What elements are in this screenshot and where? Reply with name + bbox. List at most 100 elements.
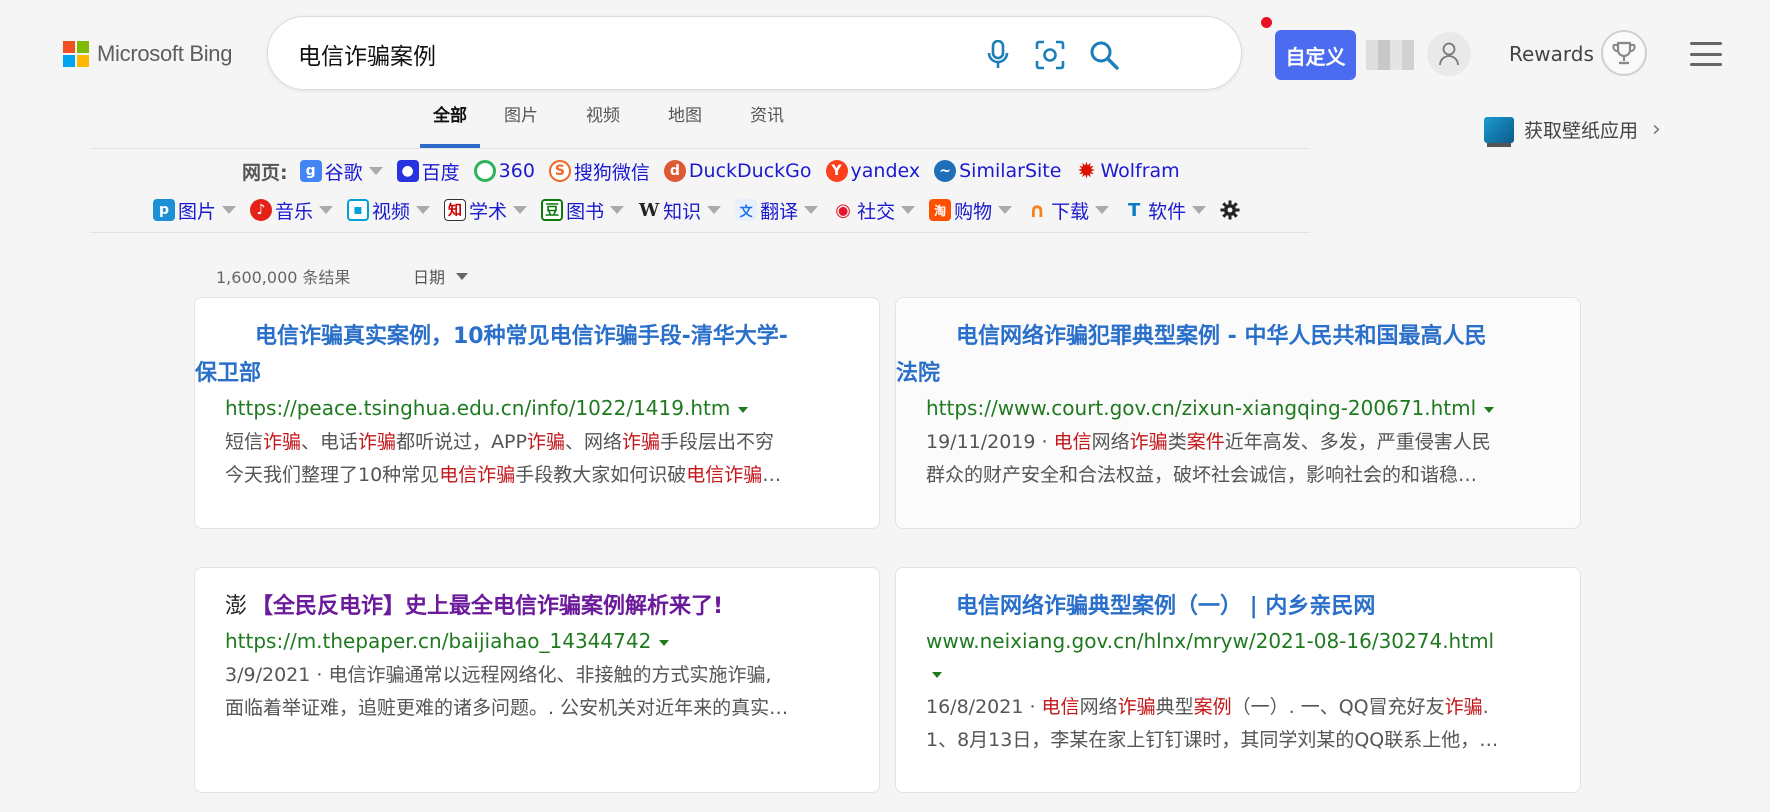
chevron-down-icon[interactable] [319, 206, 334, 214]
ext-video[interactable]: ▪ 视频 [347, 197, 431, 224]
result-title-link[interactable]: 澎【全民反电诈】史上最全电信诈骗案例解析来了! [225, 588, 851, 625]
baidu-icon: ● [396, 160, 419, 182]
customize-button[interactable]: 自定义 [1275, 30, 1356, 80]
bing-wallpaper-icon [1484, 116, 1514, 147]
ext-pictures[interactable]: p 图片 [153, 197, 237, 224]
tab-maps[interactable]: 地图 [644, 104, 726, 148]
result-url[interactable]: https://peace.tsinghua.edu.cn/info/1022/… [225, 392, 851, 424]
ext-google[interactable]: g 谷歌 [299, 158, 383, 185]
ext-shopping[interactable]: 淘 购物 [929, 197, 1013, 224]
snippet-text: 近年高发、多发，严重侵害人民 [1224, 431, 1491, 453]
snippet-highlight: 诈骗 [358, 431, 397, 453]
result-title-link[interactable]: 电信网络诈骗典型案例（一） | 内乡亲民网 [926, 588, 1552, 625]
result-snippet: 3/9/2021 · 电信诈骗通常以远程网络化、非接触的方式实施诈骗, 面临着举… [225, 659, 851, 725]
rewards-link[interactable]: Rewards [1509, 42, 1594, 66]
chevron-down-icon[interactable] [513, 206, 528, 214]
chevron-down-icon[interactable] [804, 206, 819, 214]
visual-search-icon[interactable] [1032, 37, 1068, 73]
ext-download[interactable]: ∩ 下载 [1026, 197, 1110, 224]
weibo-icon: ◉ [835, 199, 851, 221]
result-url[interactable]: https://m.thepaper.cn/baijiahao_14344742 [225, 625, 851, 657]
result-title-link[interactable]: 电信诈骗真实案例，10种常见电信诈骗手段-清华大学- 保卫部 [195, 318, 851, 392]
snippet-text: 今天我们整理了10种常见 [225, 464, 440, 486]
result-url-text: https://m.thepaper.cn/baijiahao_14344742 [225, 629, 652, 653]
date-filter-label: 日期 [413, 268, 446, 287]
yandex-icon: Y [825, 160, 848, 182]
download-icon: ∩ [1029, 198, 1046, 222]
ext-baidu-label: 百度 [421, 161, 460, 184]
chevron-down-icon[interactable] [707, 206, 722, 214]
ext-software[interactable]: T 软件 [1123, 197, 1207, 224]
result-url[interactable]: https://www.court.gov.cn/zixun-xiangqing… [926, 392, 1552, 424]
ext-wolfram[interactable]: ✹ Wolfram [1075, 159, 1179, 184]
ext-sogou[interactable]: S 搜狗微信 [548, 158, 650, 185]
ext-music[interactable]: ♪ 音乐 [250, 197, 334, 224]
result-title-link[interactable]: 电信网络诈骗犯罪典型案例 - 中华人民共和国最高人民 法院 [896, 318, 1552, 392]
wallpaper-label: 获取壁纸应用 [1524, 120, 1639, 142]
date-filter[interactable]: 日期 [413, 264, 469, 288]
avatar[interactable] [1427, 32, 1471, 76]
ext-baidu[interactable]: ● 百度 [396, 158, 460, 185]
result-card: 电信网络诈骗典型案例（一） | 内乡亲民网 www.neixiang.gov.c… [895, 567, 1581, 793]
snippet-highlight: 诈骗 [1444, 696, 1483, 718]
chevron-down-icon[interactable] [222, 206, 237, 214]
snippet-text: 短信 [225, 431, 264, 453]
chevron-down-icon[interactable] [1095, 206, 1110, 214]
ext-similarsite-label: SimilarSite [959, 160, 1062, 182]
snippet-highlight: 电信诈骗 [686, 464, 763, 486]
ext-360[interactable]: 360 [473, 160, 535, 182]
snippet-highlight: 案例 [1193, 696, 1232, 718]
tab-images[interactable]: 图片 [480, 104, 562, 148]
extension-category-row: p 图片 ♪ 音乐 ▪ 视频 知 学术 豆 图书 W 知识 文 翻译 ◉ 社交 … [153, 196, 1248, 224]
snippet-text: 3/9/2021 · 电信诈骗通常以远程网络化、非接触的方式实施诈骗, [225, 664, 772, 686]
software-icon: T [1128, 199, 1141, 221]
rewards-trophy-icon[interactable] [1601, 30, 1647, 76]
ext-books[interactable]: 豆 图书 [541, 197, 625, 224]
search-input[interactable] [298, 35, 998, 73]
snippet-text: 典型 [1155, 696, 1194, 718]
wallpaper-app-link[interactable]: 获取壁纸应用 › [1484, 116, 1661, 147]
tab-news[interactable]: 资讯 [726, 104, 808, 148]
book-icon: 豆 [541, 199, 564, 221]
chevron-down-icon[interactable] [901, 206, 916, 214]
ext-shopping-label: 购物 [954, 200, 993, 223]
ext-translate[interactable]: 文 翻译 [735, 197, 819, 224]
ext-duckduckgo[interactable]: d DuckDuckGo [663, 160, 812, 182]
chevron-down-icon[interactable] [659, 639, 670, 646]
user-name-blurred[interactable] [1366, 40, 1414, 70]
search-icon[interactable] [1086, 37, 1122, 73]
result-card: 电信网络诈骗犯罪典型案例 - 中华人民共和国最高人民 法院 https://ww… [895, 297, 1581, 529]
ext-row-label: 网页: [242, 161, 288, 184]
result-title-line: 【全民反电诈】史上最全电信诈骗案例解析来了! [251, 594, 724, 619]
snippet-text: 手段教大家如何识破 [515, 464, 687, 486]
snippet-text: 网络 [1079, 696, 1118, 718]
chevron-down-icon[interactable] [368, 167, 383, 175]
search-tabs: 全部 图片 视频 地图 资讯 [420, 104, 808, 148]
snippet-text: 面临着举证难，追赃更难的诸多问题。. 公安机关对近年来的真实… [225, 697, 789, 719]
chevron-right-icon: › [1652, 117, 1661, 142]
chevron-down-icon[interactable] [932, 671, 942, 678]
bing-logo[interactable]: Microsoft Bing [63, 40, 232, 68]
tab-videos[interactable]: 视频 [562, 104, 644, 148]
settings-gear[interactable] [1220, 200, 1240, 220]
chevron-down-icon[interactable] [998, 206, 1013, 214]
search-box [267, 16, 1242, 90]
chevron-down-icon[interactable] [1192, 206, 1207, 214]
snippet-line: 面临着举证难，追赃更难的诸多问题。. 公安机关对近年来的真实… [225, 692, 851, 725]
chevron-down-icon[interactable] [416, 206, 431, 214]
thepaper-favicon-icon: 澎 [225, 594, 248, 619]
ext-academic[interactable]: 知 学术 [444, 197, 528, 224]
tab-all[interactable]: 全部 [420, 104, 480, 148]
menu-icon[interactable] [1690, 42, 1722, 66]
ext-social[interactable]: ◉ 社交 [832, 197, 916, 224]
chevron-down-icon[interactable] [1484, 406, 1495, 413]
ext-yandex[interactable]: Y yandex [825, 160, 920, 182]
ext-similarsite[interactable]: ~ SimilarSite [934, 160, 1061, 182]
result-title-line: 法院 [896, 361, 941, 386]
result-url[interactable]: www.neixiang.gov.cn/hlnx/mryw/2021-08-16… [926, 625, 1552, 689]
chevron-down-icon[interactable] [738, 406, 749, 413]
microphone-icon[interactable] [980, 37, 1016, 73]
ext-knowledge[interactable]: W 知识 [638, 197, 722, 224]
divider [90, 148, 1310, 149]
chevron-down-icon[interactable] [610, 206, 625, 214]
